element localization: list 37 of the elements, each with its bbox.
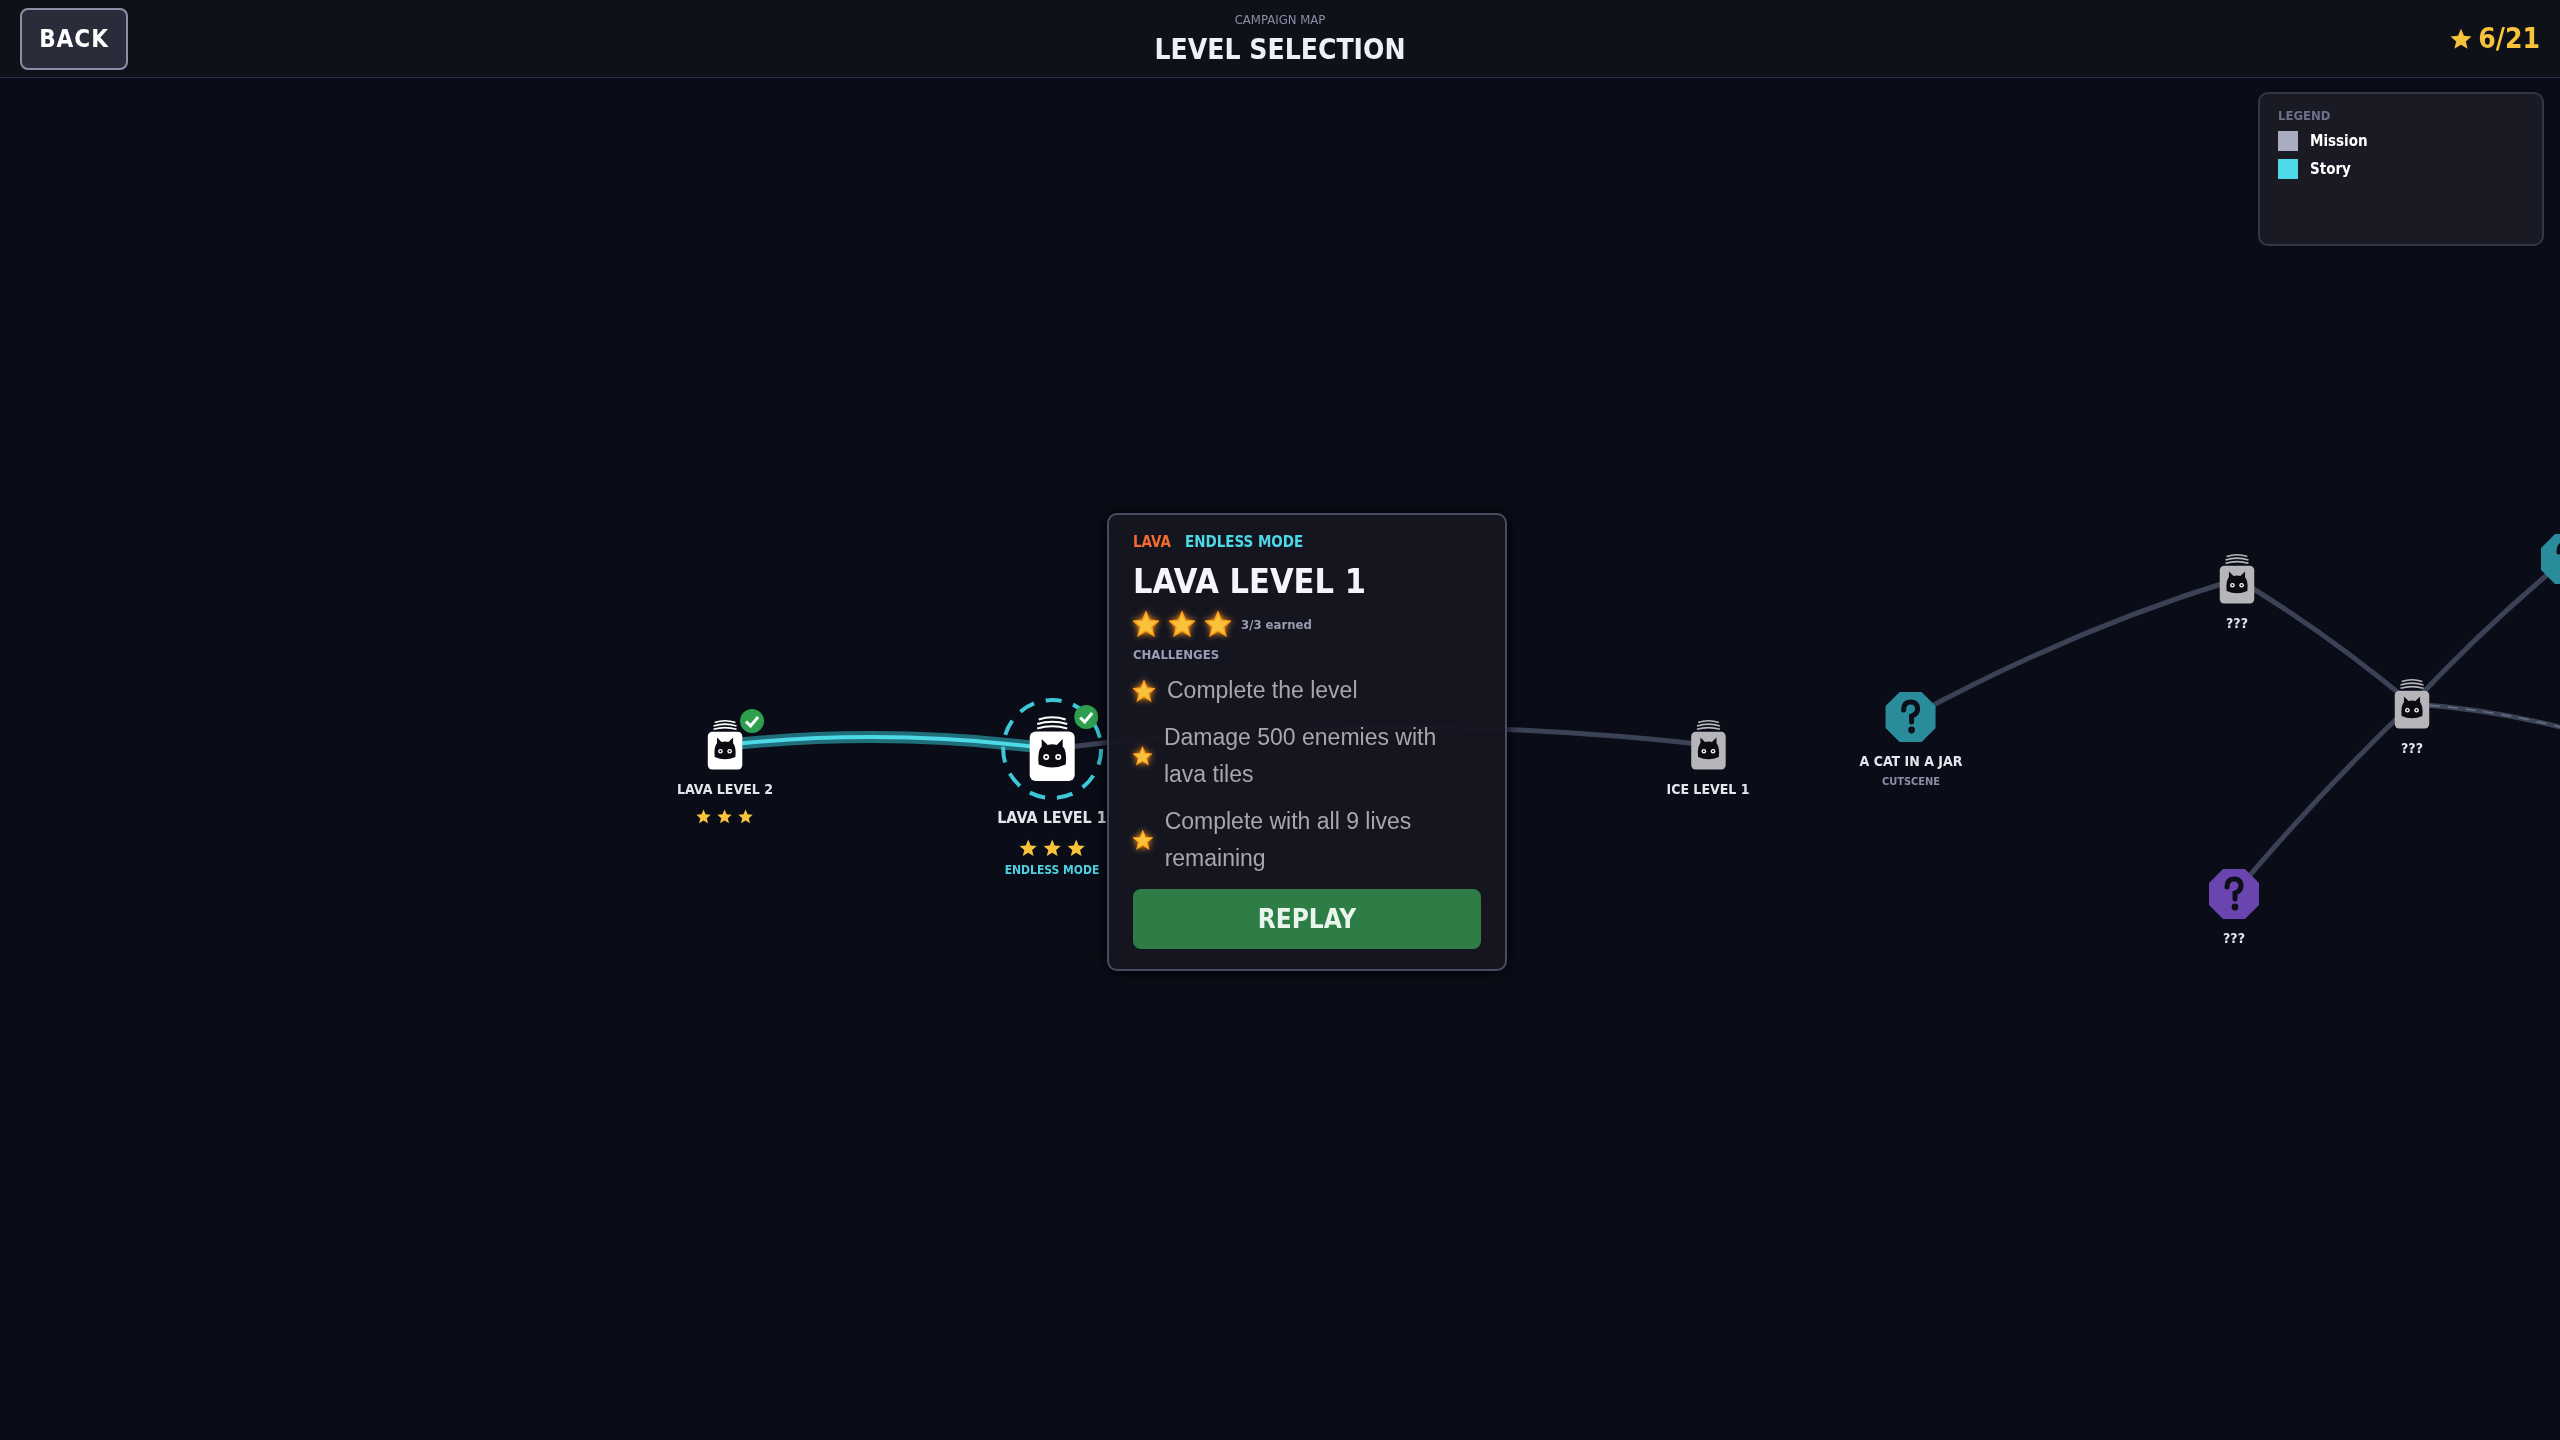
star-icon [717,809,733,825]
node-label: ??? [2401,740,2423,757]
replay-button[interactable]: REPLAY [1133,889,1481,949]
star-icon [1133,611,1159,637]
star-icon [1205,611,1231,637]
stars-earned: 3/3 earned [1241,616,1312,632]
node-label: LAVA LEVEL 2 [677,781,773,798]
legend-label: Mission [2310,132,2368,150]
legend-label: Story [2310,160,2351,178]
page-subtitle: CAMPAIGN MAP [1234,11,1326,27]
star-icon [696,809,712,825]
node-label: ??? [2223,930,2245,946]
mode-tag: ENDLESS MODE [1184,533,1304,551]
challenge-text: Complete the level [1167,676,1358,705]
star-icon [1019,838,1037,857]
star-icon [2450,27,2473,50]
mode-tag: ENDLESS MODE [1004,862,1100,877]
legend-title: LEGEND [2278,108,2332,123]
node-label: LAVA LEVEL 1 [997,807,1107,827]
question-icon[interactable] [1885,691,1937,743]
star-icon [1067,838,1085,857]
level-title: LAVA LEVEL 1 [1133,561,1367,601]
question-icon[interactable] [2208,868,2260,920]
star-total: 6/21 [2478,22,2540,55]
node-sublabel: CUTSCENE [1881,775,1941,788]
star-icon [1043,838,1061,857]
challenge-text: Complete with all 9 lives remaining [1164,807,1413,873]
node-label: ICE LEVEL 1 [1666,781,1750,798]
challenges-heading: CHALLENGES [1133,647,1221,662]
node-label: A CAT IN A JAR [1859,753,1963,769]
node-label: ??? [2226,615,2248,632]
challenge-text: Damage 500 enemies with lava tiles [1163,723,1438,789]
back-button[interactable]: BACK [20,7,128,70]
page-title: LEVEL SELECTION [1154,32,1406,66]
region-tag: LAVA [1133,533,1171,551]
star-icon [1169,611,1195,637]
star-icon [738,809,754,825]
